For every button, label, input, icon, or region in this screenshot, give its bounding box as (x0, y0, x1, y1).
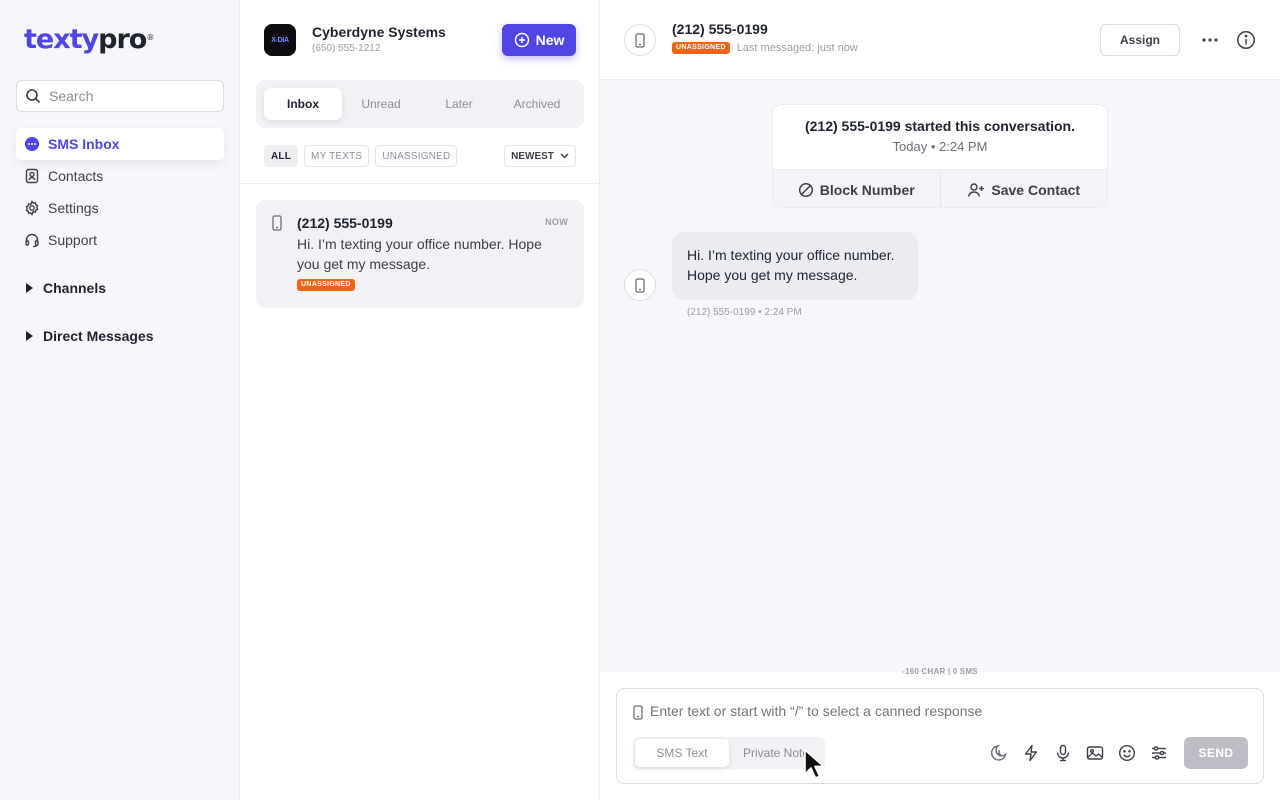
sidebar-nav: SMS Inbox Contacts Settings Support Chan… (16, 128, 224, 352)
sort-dropdown[interactable]: NEWEST (504, 145, 576, 167)
more-options-icon[interactable] (1198, 30, 1222, 50)
sort-label: NEWEST (511, 150, 554, 162)
search-box[interactable]: Search (16, 80, 224, 112)
conversation-started-time: Today • 2:24 PM (892, 139, 988, 154)
sidebar-section-channels[interactable]: Channels (16, 272, 224, 304)
sidebar-item-sms-inbox[interactable]: SMS Inbox (16, 128, 224, 160)
block-icon (798, 182, 813, 197)
sidebar-item-support[interactable]: Support (16, 224, 224, 256)
sidebar-item-label: Settings (48, 200, 99, 216)
section-label: Channels (43, 280, 107, 296)
sidebar-item-label: Contacts (48, 168, 104, 184)
add-user-icon (968, 182, 985, 197)
sliders-icon[interactable] (1147, 741, 1171, 765)
mobile-phone-icon (272, 215, 282, 231)
caret-right-icon (26, 283, 33, 293)
mode-sms-text[interactable]: SMS Text (635, 739, 729, 767)
textypro-logo[interactable]: textypro® (24, 24, 154, 56)
sidebar-item-settings[interactable]: Settings (16, 192, 224, 224)
tab-inbox[interactable]: Inbox (264, 88, 342, 120)
character-counter: -160 CHAR | 0 SMS (902, 667, 978, 676)
chevron-down-icon (560, 153, 569, 159)
start-card-actions: Block Number Save Contact (773, 169, 1108, 207)
inbox-tabs: Inbox Unread Later Archived (256, 80, 584, 128)
save-contact-label: Save Contact (991, 181, 1081, 198)
section-label: Direct Messages (43, 328, 154, 344)
filter-unassigned[interactable]: UNASSIGNED (375, 145, 458, 167)
filter-my-texts[interactable]: MY TEXTS (304, 145, 370, 167)
chat-header: (212) 555-0199 UNASSIGNED Last messaged:… (600, 0, 1280, 80)
schedule-icon[interactable] (987, 741, 1011, 765)
unassigned-badge: UNASSIGNED (297, 279, 355, 291)
conversation-list-panel: X-DIA Cyberdyne Systems (650) 555-1212 N… (240, 0, 600, 800)
sender-avatar (624, 269, 656, 301)
message-thread: (212) 555-0199 started this conversation… (600, 80, 1280, 672)
microphone-icon[interactable] (1051, 741, 1075, 765)
conversation-started-text: (212) 555-0199 started this conversation… (804, 118, 1075, 134)
filter-chips: ALL MY TEXTS UNASSIGNED (264, 145, 458, 167)
search-icon (26, 89, 41, 104)
sidebar-section-direct-messages[interactable]: Direct Messages (16, 320, 224, 352)
app-window: textypro® Search SMS Inbox Contacts Sett… (0, 0, 1280, 800)
conversation-time: NOW (545, 217, 568, 227)
sidebar-item-label: SMS Inbox (48, 136, 120, 152)
assign-button[interactable]: Assign (1100, 24, 1180, 56)
image-icon[interactable] (1083, 741, 1107, 765)
tab-unread[interactable]: Unread (342, 88, 420, 120)
conversation-item[interactable]: (212) 555-0199 NOW Hi. I’m texting your … (256, 200, 584, 308)
new-conversation-button[interactable]: New (502, 24, 576, 56)
save-contact-button[interactable]: Save Contact (939, 170, 1108, 207)
emoji-icon[interactable] (1115, 741, 1139, 765)
chat-bubble-icon (25, 137, 39, 151)
conversation-preview: Hi. I’m texting your office number. Hope… (297, 236, 542, 272)
org-phone: (650) 555-1212 (312, 43, 381, 54)
chat-contact-phone: (212) 555-0199 (672, 21, 768, 37)
message-input[interactable] (650, 703, 1210, 719)
sidebar: textypro® Search SMS Inbox Contacts Sett… (0, 0, 240, 800)
filter-all[interactable]: ALL (264, 145, 299, 167)
tab-later[interactable]: Later (420, 88, 498, 120)
message-meta: (212) 555-0199 • 2:24 PM (687, 307, 802, 318)
search-input[interactable]: Search (49, 88, 93, 104)
block-number-label: Block Number (819, 181, 915, 198)
new-button-label: New (535, 32, 565, 48)
chat-panel: (212) 555-0199 UNASSIGNED Last messaged:… (600, 0, 1280, 800)
tab-archived[interactable]: Archived (498, 88, 576, 120)
block-number-button[interactable]: Block Number (773, 170, 940, 207)
org-name: Cyberdyne Systems (312, 24, 446, 40)
mobile-phone-icon (633, 705, 643, 720)
chat-status: UNASSIGNED Last messaged: just now (672, 42, 858, 54)
unassigned-badge: UNASSIGNED (672, 42, 730, 54)
info-icon[interactable] (1234, 30, 1258, 50)
mobile-phone-icon (635, 277, 645, 293)
composer-tools (987, 741, 1171, 765)
contact-avatar (624, 24, 656, 56)
message-bubble: Hi. I’m texting your office number. Hope… (672, 232, 918, 300)
conversation-phone: (212) 555-0199 (297, 215, 393, 231)
lightning-icon[interactable] (1019, 741, 1043, 765)
conversation-start-card: (212) 555-0199 started this conversation… (772, 104, 1108, 208)
mobile-phone-icon (635, 32, 645, 48)
plus-circle-icon (514, 32, 529, 48)
headset-icon (25, 233, 39, 248)
contact-card-icon (25, 168, 39, 184)
divider (240, 183, 599, 184)
message-mode-toggle: SMS Text Private Note (633, 737, 825, 769)
caret-right-icon (26, 331, 33, 341)
gear-icon (25, 200, 39, 216)
message-composer: SMS Text Private Note SEND (616, 688, 1264, 784)
send-button[interactable]: SEND (1184, 737, 1248, 769)
org-avatar: X-DIA (264, 24, 296, 56)
last-messaged-text: Last messaged: just now (736, 42, 858, 54)
sidebar-item-contacts[interactable]: Contacts (16, 160, 224, 192)
sidebar-item-label: Support (48, 232, 98, 248)
mouse-cursor-icon (804, 749, 825, 779)
